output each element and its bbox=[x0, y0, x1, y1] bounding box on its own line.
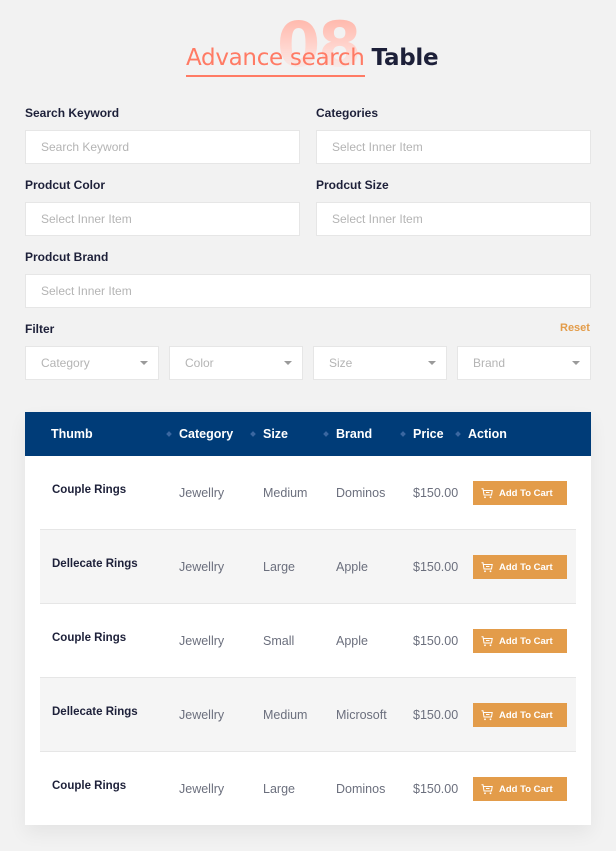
column-header-label: Brand bbox=[336, 427, 373, 441]
search-keyword-input[interactable] bbox=[25, 130, 300, 164]
product-color-input[interactable] bbox=[25, 202, 300, 236]
cell-price: $150.00 bbox=[413, 486, 459, 500]
add-to-cart-button[interactable]: Add To Cart bbox=[473, 555, 567, 579]
table-row: Couple Rings Jewellry Small Apple $150.0… bbox=[40, 604, 576, 678]
filter-brand-select[interactable]: Brand bbox=[457, 346, 591, 380]
table-row: Couple Rings Jewellry Medium Dominos $15… bbox=[40, 456, 576, 530]
cell-price: $150.00 bbox=[413, 708, 459, 722]
cell-category: Jewellry bbox=[179, 486, 225, 500]
add-to-cart-label: Add To Cart bbox=[499, 635, 553, 647]
column-header-action[interactable]: Action bbox=[455, 427, 507, 441]
sort-icon bbox=[323, 430, 329, 437]
filter-brand-value: Brand bbox=[473, 356, 506, 370]
filter-color-select[interactable]: Color bbox=[169, 346, 303, 380]
add-to-cart-label: Add To Cart bbox=[499, 561, 553, 573]
column-header-size[interactable]: Size bbox=[250, 427, 289, 441]
add-to-cart-button[interactable]: Add To Cart bbox=[473, 629, 567, 653]
column-header-label: Price bbox=[413, 427, 444, 441]
column-header-label: Thumb bbox=[51, 427, 93, 441]
filter-category-select[interactable]: Category bbox=[25, 346, 159, 380]
cart-icon bbox=[481, 635, 493, 646]
filter-size-select[interactable]: Size bbox=[313, 346, 447, 380]
cell-brand: Dominos bbox=[336, 782, 386, 796]
page-title: Advance search Table bbox=[186, 44, 439, 77]
filter-category-value: Category bbox=[41, 356, 90, 370]
product-color-label: Prodcut Color bbox=[25, 178, 105, 192]
column-header-category[interactable]: Category bbox=[166, 427, 234, 441]
cell-size: Large bbox=[263, 560, 295, 574]
cell-size: Medium bbox=[263, 486, 308, 500]
table-row: Couple Rings Jewellry Large Dominos $150… bbox=[40, 752, 576, 826]
categories-label: Categories bbox=[316, 106, 379, 120]
cell-thumb: Dellecate Rings bbox=[52, 558, 138, 570]
cell-category: Jewellry bbox=[179, 782, 225, 796]
column-header-label: Action bbox=[468, 427, 507, 441]
sort-icon bbox=[250, 430, 256, 437]
cell-price: $150.00 bbox=[413, 782, 459, 796]
cart-icon bbox=[481, 709, 493, 720]
add-to-cart-label: Add To Cart bbox=[499, 709, 553, 721]
title-rest: Table bbox=[371, 45, 439, 71]
cell-thumb: Couple Rings bbox=[52, 632, 127, 644]
cell-size: Medium bbox=[263, 708, 308, 722]
cell-brand: Apple bbox=[336, 634, 368, 648]
product-size-label: Prodcut Size bbox=[316, 178, 389, 192]
cell-thumb: Couple Rings bbox=[52, 780, 127, 792]
add-to-cart-button[interactable]: Add To Cart bbox=[473, 777, 567, 801]
product-brand-input[interactable] bbox=[25, 274, 591, 308]
cart-icon bbox=[481, 561, 493, 572]
table-row: Dellecate Rings Jewellry Medium Microsof… bbox=[40, 678, 576, 752]
column-header-label: Category bbox=[179, 427, 234, 441]
sort-icon bbox=[166, 430, 172, 437]
cell-size: Large bbox=[263, 782, 295, 796]
cell-category: Jewellry bbox=[179, 708, 225, 722]
cell-size: Small bbox=[263, 634, 295, 648]
column-header-price[interactable]: Price bbox=[400, 427, 444, 441]
cart-icon bbox=[481, 487, 493, 498]
caret-down-icon bbox=[140, 361, 148, 365]
cart-icon bbox=[481, 783, 493, 794]
filter-color-value: Color bbox=[185, 356, 214, 370]
cell-brand: Apple bbox=[336, 560, 368, 574]
cell-thumb: Couple Rings bbox=[52, 484, 127, 496]
table-header: Thumb Category Size Brand Price Action bbox=[25, 412, 591, 456]
filter-size-value: Size bbox=[329, 356, 353, 370]
column-header-brand[interactable]: Brand bbox=[323, 427, 373, 441]
cell-price: $150.00 bbox=[413, 634, 459, 648]
title-accent: Advance search bbox=[186, 45, 365, 77]
caret-down-icon bbox=[428, 361, 436, 365]
cell-price: $150.00 bbox=[413, 560, 459, 574]
search-keyword-label: Search Keyword bbox=[25, 106, 120, 120]
product-brand-label: Prodcut Brand bbox=[25, 250, 109, 264]
sort-icon bbox=[400, 430, 406, 437]
add-to-cart-button[interactable]: Add To Cart bbox=[473, 703, 567, 727]
column-header-label: Size bbox=[263, 427, 289, 441]
page-header: 08 Advance search Table bbox=[0, 14, 616, 80]
results-table: Thumb Category Size Brand Price Action C… bbox=[25, 412, 591, 825]
sort-icon bbox=[455, 430, 461, 437]
add-to-cart-label: Add To Cart bbox=[499, 487, 553, 499]
caret-down-icon bbox=[284, 361, 292, 365]
cell-category: Jewellry bbox=[179, 560, 225, 574]
cell-thumb: Dellecate Rings bbox=[52, 706, 138, 718]
filter-label: Filter bbox=[25, 322, 55, 336]
reset-link[interactable]: Reset bbox=[560, 322, 590, 334]
add-to-cart-button[interactable]: Add To Cart bbox=[473, 481, 567, 505]
cell-brand: Dominos bbox=[336, 486, 386, 500]
add-to-cart-label: Add To Cart bbox=[499, 783, 553, 795]
product-size-input[interactable] bbox=[316, 202, 591, 236]
caret-down-icon bbox=[572, 361, 580, 365]
column-header-thumb[interactable]: Thumb bbox=[51, 427, 93, 441]
cell-brand: Microsoft bbox=[336, 708, 387, 722]
categories-input[interactable] bbox=[316, 130, 591, 164]
cell-category: Jewellry bbox=[179, 634, 225, 648]
table-row: Dellecate Rings Jewellry Large Apple $15… bbox=[40, 530, 576, 604]
